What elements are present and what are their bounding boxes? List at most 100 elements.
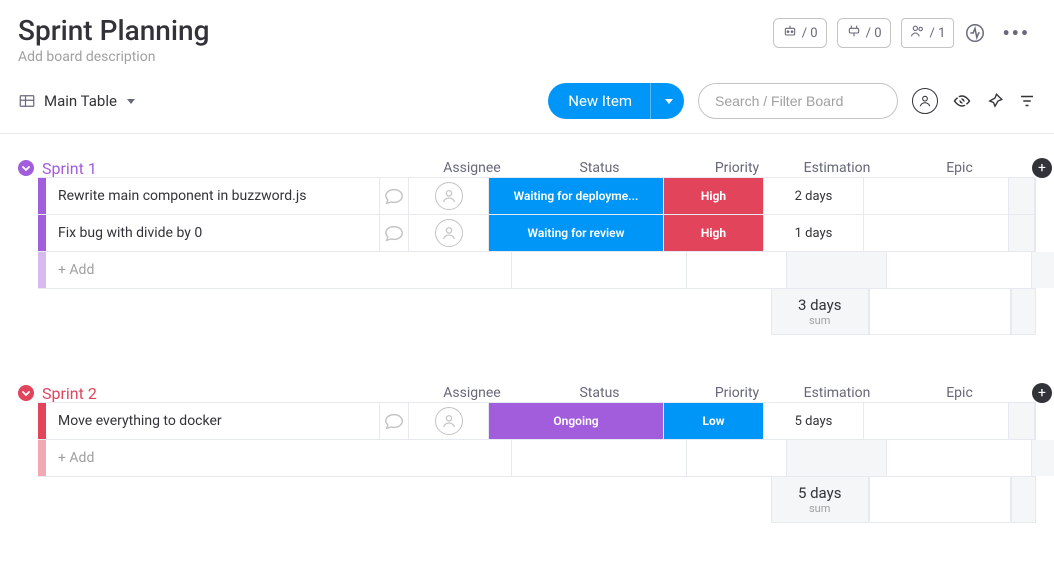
epic-cell: [887, 252, 1032, 288]
integration-count: / 0: [866, 26, 882, 41]
chat-icon: [383, 185, 405, 207]
group-title[interactable]: Sprint 1: [42, 159, 97, 178]
new-item-label: New Item: [548, 83, 650, 119]
col-head-status[interactable]: Status: [512, 160, 687, 176]
plug-icon: [846, 23, 862, 43]
col-head-estimation[interactable]: Estimation: [787, 385, 887, 401]
priority-cell[interactable]: Low: [664, 403, 764, 439]
status-cell: [512, 440, 687, 476]
col-head-priority[interactable]: Priority: [687, 385, 787, 401]
estimation-cell: [787, 252, 887, 288]
members-counter[interactable]: / 1: [901, 18, 955, 48]
epic-summary: [869, 477, 1011, 523]
col-head-estimation[interactable]: Estimation: [787, 160, 887, 176]
table-row[interactable]: Rewrite main component in buzzword.js Wai…: [38, 177, 1036, 215]
add-item-input[interactable]: + Add: [46, 440, 432, 476]
col-head-epic[interactable]: Epic: [887, 385, 1032, 401]
more-menu-icon[interactable]: •••: [996, 21, 1036, 45]
col-head-assignee[interactable]: Assignee: [432, 160, 512, 176]
comment-button[interactable]: [380, 178, 409, 214]
group-title-wrap[interactable]: Sprint 2: [18, 384, 432, 403]
assignee-cell[interactable]: [409, 178, 489, 214]
table-row[interactable]: Move everything to docker OngoingLow5 day…: [38, 402, 1036, 440]
item-name[interactable]: Fix bug with divide by 0: [46, 215, 380, 251]
group-summary: 5 dayssum: [38, 477, 1036, 523]
board-description-input[interactable]: Add board description: [18, 49, 209, 65]
chat-icon: [383, 222, 405, 244]
person-filter[interactable]: [912, 88, 938, 114]
epic-cell[interactable]: [864, 178, 1009, 214]
group-header: Sprint 2 AssigneeStatusPriorityEstimation…: [18, 383, 1036, 403]
chevron-down-icon: [665, 99, 673, 104]
estimation-summary: 5 dayssum: [771, 477, 869, 523]
summary-end: [1011, 477, 1036, 523]
integration-counter[interactable]: / 0: [837, 18, 891, 48]
comment-button[interactable]: [380, 403, 409, 439]
epic-cell: [887, 440, 1032, 476]
row-color-bar: [38, 178, 46, 214]
eye-off-icon[interactable]: [952, 91, 972, 111]
summary-value: 3 days: [798, 296, 842, 314]
status-cell: [512, 252, 687, 288]
add-row[interactable]: + Add: [38, 251, 1036, 289]
person-icon: [435, 407, 463, 435]
collapse-icon[interactable]: [18, 385, 34, 401]
person-icon: [435, 182, 463, 210]
assignee-cell[interactable]: [409, 215, 489, 251]
epic-cell[interactable]: [864, 215, 1009, 251]
board-title[interactable]: Sprint Planning: [18, 14, 209, 47]
status-cell[interactable]: Waiting for review: [489, 215, 664, 251]
automation-count: / 0: [802, 26, 818, 41]
chevron-down-icon: [127, 99, 135, 104]
automation-counter[interactable]: / 0: [773, 18, 827, 48]
board-area: Sprint 1AssigneeStatusPriorityEstimation…: [0, 134, 1054, 523]
priority-cell: [687, 440, 787, 476]
person-icon: [435, 219, 463, 247]
plus-icon: +: [1032, 158, 1052, 178]
item-name[interactable]: Move everything to docker: [46, 403, 380, 439]
priority-cell[interactable]: High: [664, 178, 764, 214]
col-head-epic[interactable]: Epic: [887, 160, 1032, 176]
col-head-priority[interactable]: Priority: [687, 160, 787, 176]
search-input[interactable]: [698, 83, 898, 119]
col-head-status[interactable]: Status: [512, 385, 687, 401]
group-title-wrap[interactable]: Sprint 1: [18, 159, 432, 178]
item-name[interactable]: Rewrite main component in buzzword.js: [46, 178, 380, 214]
epic-cell[interactable]: [864, 403, 1009, 439]
group-title[interactable]: Sprint 2: [42, 384, 97, 403]
status-cell[interactable]: Ongoing: [489, 403, 664, 439]
view-picker[interactable]: Main Table: [18, 92, 135, 110]
summary-label: sum: [809, 314, 830, 327]
people-icon: [910, 23, 926, 43]
priority-cell[interactable]: High: [664, 215, 764, 251]
add-row[interactable]: + Add: [38, 439, 1036, 477]
col-head-assignee[interactable]: Assignee: [432, 385, 512, 401]
new-item-dropdown[interactable]: [650, 83, 684, 119]
group-sprint1: Sprint 1 AssigneeStatusPriorityEstimation…: [18, 158, 1036, 335]
estimation-cell[interactable]: 5 days: [764, 403, 864, 439]
new-item-button[interactable]: New Item: [548, 83, 684, 119]
collapse-icon[interactable]: [18, 160, 34, 176]
add-column[interactable]: +: [1032, 383, 1054, 403]
assignee-cell[interactable]: [409, 403, 489, 439]
comment-button[interactable]: [380, 215, 409, 251]
header-left: Sprint Planning Add board description: [18, 14, 209, 65]
header-right: / 0 / 0 / 1 •••: [773, 14, 1036, 48]
summary-label: sum: [809, 502, 830, 515]
estimation-summary: 3 dayssum: [771, 289, 869, 335]
summary-end: [1011, 289, 1036, 335]
table-icon: [18, 92, 36, 110]
filter-icon[interactable]: [1018, 92, 1036, 110]
estimation-cell[interactable]: 1 days: [764, 215, 864, 251]
table-row[interactable]: Fix bug with divide by 0 Waiting for revi…: [38, 214, 1036, 252]
add-item-input[interactable]: + Add: [46, 252, 432, 288]
row-end-cell: [1009, 215, 1035, 251]
pin-icon[interactable]: [986, 92, 1004, 110]
activity-icon[interactable]: [964, 22, 986, 44]
status-cell[interactable]: Waiting for deployme...: [489, 178, 664, 214]
group-header: Sprint 1 AssigneeStatusPriorityEstimation…: [18, 158, 1036, 178]
assignee-cell: [432, 440, 512, 476]
row-end-cell: [1032, 252, 1054, 288]
add-column[interactable]: +: [1032, 158, 1054, 178]
estimation-cell[interactable]: 2 days: [764, 178, 864, 214]
